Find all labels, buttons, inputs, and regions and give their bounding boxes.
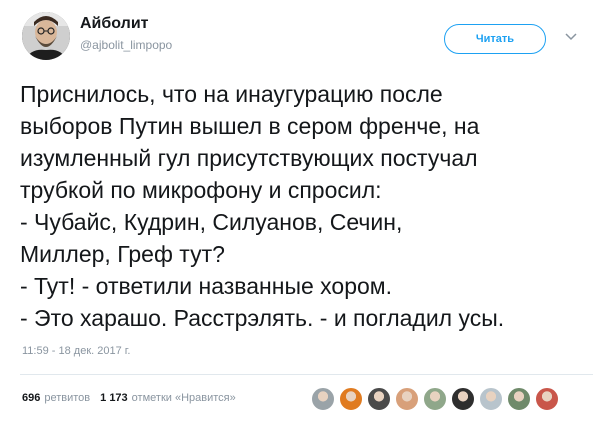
tweet-line: выборов Путин вышел в сером френче, на: [20, 113, 480, 139]
bearded-man-avatar-icon: [22, 12, 70, 60]
divider: [20, 374, 593, 375]
author-handle[interactable]: @ajbolit_limpopo: [80, 38, 172, 52]
liker-avatar-6[interactable]: [451, 387, 475, 411]
likes-label[interactable]: отметки «Нравится»: [132, 392, 236, 404]
tweet-text: Приснилось, что на инаугурацию после выб…: [20, 78, 600, 334]
tweet-line: - Тут! - ответили названные хором.: [20, 273, 392, 299]
tweet-line: - Это харашо. Расстрэлять. - и погладил …: [20, 305, 505, 331]
tweet-line: Приснилось, что на инаугурацию после: [20, 81, 443, 107]
liker-avatar-1[interactable]: [311, 387, 335, 411]
liker-avatar-2[interactable]: [339, 387, 363, 411]
tweet-card: Айболит @ajbolit_limpopo Читать Приснило…: [0, 0, 613, 434]
retweets-label[interactable]: ретвитов: [44, 392, 90, 404]
tweet-line: изумленный гул присутствующих постучал: [20, 145, 478, 171]
liker-avatar-9[interactable]: [535, 387, 559, 411]
follow-button[interactable]: Читать: [444, 24, 546, 54]
liker-avatar-3[interactable]: [367, 387, 391, 411]
liker-avatar-5[interactable]: [423, 387, 447, 411]
liker-avatars: [311, 387, 563, 411]
tweet-line: трубкой по микрофону и спросил:: [20, 177, 382, 203]
tweet-line: Миллер, Греф тут?: [20, 241, 225, 267]
liker-avatar-8[interactable]: [507, 387, 531, 411]
author-display-name[interactable]: Айболит: [80, 15, 148, 33]
likes-count[interactable]: 1 173: [100, 392, 128, 404]
liker-avatar-4[interactable]: [395, 387, 419, 411]
retweets-count[interactable]: 696: [22, 392, 40, 404]
tweet-timestamp[interactable]: 11:59 - 18 дек. 2017 г.: [22, 345, 131, 357]
liker-avatar-7[interactable]: [479, 387, 503, 411]
chevron-down-icon[interactable]: [565, 32, 577, 42]
tweet-stats: 696 ретвитов 1 173 отметки «Нравится»: [22, 392, 246, 404]
author-avatar[interactable]: [22, 12, 70, 60]
tweet-line: - Чубайс, Кудрин, Силуанов, Сечин,: [20, 209, 403, 235]
